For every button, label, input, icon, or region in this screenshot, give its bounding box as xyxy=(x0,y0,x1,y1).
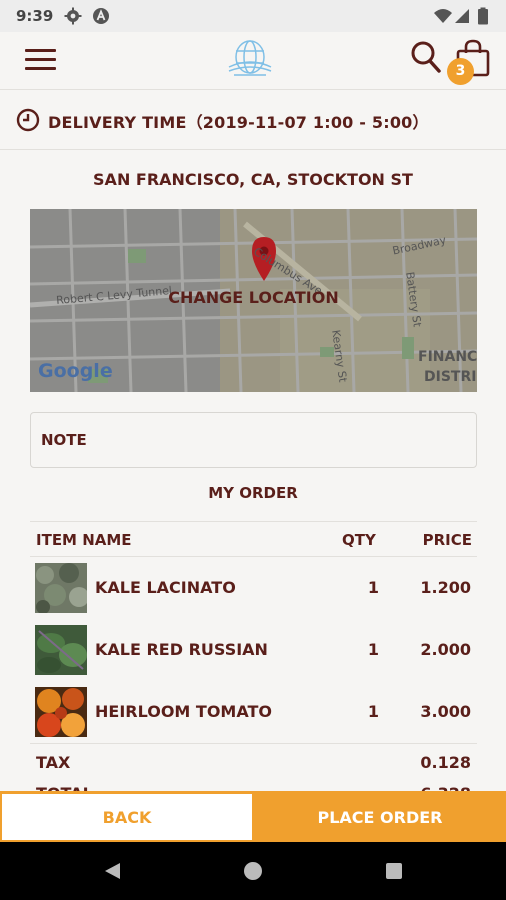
order-table: ITEM NAME QTY PRICE KALE LACINATO 1 1.20… xyxy=(30,521,477,809)
cart-count-badge[interactable]: 3 xyxy=(447,58,474,85)
status-time: 9:39 xyxy=(16,7,54,25)
tax-value: 0.128 xyxy=(420,753,471,772)
signal-icon xyxy=(455,9,469,23)
tax-label: TAX xyxy=(36,753,71,772)
menu-icon[interactable] xyxy=(25,49,56,71)
header-price: PRICE xyxy=(422,531,472,549)
item-qty: 1 xyxy=(367,640,379,659)
tax-row: TAX 0.128 xyxy=(30,743,477,779)
kale-lacinato-image xyxy=(35,563,87,613)
table-row[interactable]: KALE LACINATO 1 1.200 xyxy=(30,557,477,619)
battery-icon xyxy=(478,7,488,25)
map-view[interactable]: Columbus Ave Broadway Battery St Robert … xyxy=(30,209,477,392)
map-district-label: FINANC xyxy=(418,349,477,365)
wifi-icon xyxy=(434,9,452,23)
delivery-time-label: DELIVERY TIME（2019-11-07 1:00 - 5:00） xyxy=(48,113,429,132)
my-order-title: MY ORDER xyxy=(208,484,298,502)
item-qty: 1 xyxy=(367,578,379,597)
header-item-name: ITEM NAME xyxy=(36,531,132,549)
heirloom-tomato-image xyxy=(35,687,87,737)
android-nav-bar xyxy=(0,842,506,900)
delivery-time-bar[interactable]: DELIVERY TIME（2019-11-07 1:00 - 5:00） xyxy=(0,89,506,150)
item-name: KALE LACINATO xyxy=(95,578,236,597)
kale-red-russian-image xyxy=(35,625,87,675)
settings-icon xyxy=(64,7,82,25)
search-icon[interactable] xyxy=(410,40,442,74)
note-field[interactable]: NOTE xyxy=(30,412,477,468)
table-row[interactable]: KALE RED RUSSIAN 1 2.000 xyxy=(30,619,477,681)
nav-back-icon[interactable] xyxy=(102,861,122,881)
map-district-label: DISTRI xyxy=(424,369,477,385)
note-label: NOTE xyxy=(41,431,87,449)
delivery-address: SAN FRANCISCO, CA, STOCKTON ST xyxy=(93,170,413,189)
notification-a-icon xyxy=(93,8,109,24)
bottom-action-bar: BACK PLACE ORDER xyxy=(0,791,506,842)
nav-recents-icon[interactable] xyxy=(384,861,404,881)
clock-icon xyxy=(16,108,40,132)
back-button[interactable]: BACK xyxy=(2,794,252,840)
place-order-button[interactable]: PLACE ORDER xyxy=(254,794,506,840)
item-price: 1.200 xyxy=(420,578,471,597)
header-qty: QTY xyxy=(342,531,376,549)
status-bar: 9:39 xyxy=(0,0,506,32)
order-table-header: ITEM NAME QTY PRICE xyxy=(30,521,477,557)
table-row[interactable]: HEIRLOOM TOMATO 1 3.000 xyxy=(30,681,477,743)
item-price: 3.000 xyxy=(420,702,471,721)
map-google-logo: Google xyxy=(38,360,113,382)
app-header: 3 xyxy=(0,32,506,89)
item-qty: 1 xyxy=(367,702,379,721)
item-name: HEIRLOOM TOMATO xyxy=(95,702,273,721)
change-location-button[interactable]: CHANGE LOCATION xyxy=(30,288,477,307)
logo-icon xyxy=(228,40,272,76)
item-price: 2.000 xyxy=(420,640,471,659)
nav-home-icon[interactable] xyxy=(243,861,263,881)
item-name: KALE RED RUSSIAN xyxy=(95,640,268,659)
